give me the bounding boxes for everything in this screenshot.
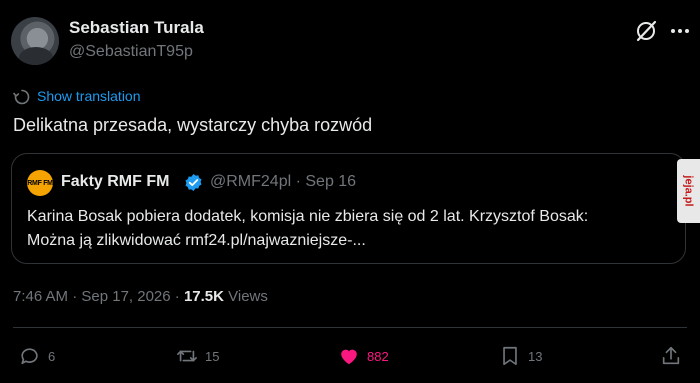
show-translation-link[interactable]: Show translation (37, 88, 141, 104)
share-button[interactable] (660, 344, 682, 368)
quoted-avatar[interactable]: RMF FM (27, 170, 53, 196)
divider (13, 327, 687, 328)
like-icon (341, 349, 357, 365)
grok-icon[interactable] (633, 18, 659, 44)
bookmark-count: 13 (528, 348, 543, 364)
quoted-text-line-2: Można ją zlikwidować rmf24.pl/najwazniej… (27, 232, 366, 249)
quoted-text-line-1: Karina Bosak pobiera dodatek, komisja ni… (27, 208, 589, 225)
more-icon[interactable] (667, 20, 693, 42)
bookmark-button[interactable]: 13 (499, 344, 542, 368)
views-count: 17.5K (183, 288, 224, 305)
reply-icon (21, 348, 38, 365)
watermark-text: jeja.pl (682, 175, 695, 207)
repost-count: 15 (205, 348, 220, 364)
reply-count: 6 (48, 348, 56, 364)
translate-icon (13, 89, 30, 105)
verified-icon (185, 173, 202, 192)
author-name[interactable]: Sebastian Turala (69, 18, 204, 38)
repost-button[interactable]: 15 (176, 344, 219, 368)
quoted-author-name[interactable]: Fakty RMF FM (61, 173, 169, 191)
views-label: Views (223, 288, 268, 305)
reply-button[interactable]: 6 (19, 344, 55, 368)
quoted-handle-date[interactable]: @RMF24pl · Sep 16 (210, 173, 356, 191)
watermark: jeja.pl (677, 159, 700, 223)
bookmark-icon (503, 346, 517, 366)
quoted-avatar-logo-text: RMF FM (27, 179, 53, 187)
tweet-text: Delikatna przesada, wystarczy chyba rozw… (13, 115, 373, 135)
share-icon (662, 346, 680, 365)
author-handle[interactable]: @SebastianT95p (69, 43, 193, 61)
repost-icon (177, 350, 197, 362)
like-button[interactable]: 882 (338, 344, 389, 368)
avatar[interactable] (11, 17, 59, 65)
tweet-meta: 7:46 AM · Sep 17, 2026 · 17.5K Views (13, 288, 268, 305)
timestamp[interactable]: 7:46 AM · Sep 17, 2026 · (13, 288, 184, 305)
like-count: 882 (367, 348, 389, 364)
